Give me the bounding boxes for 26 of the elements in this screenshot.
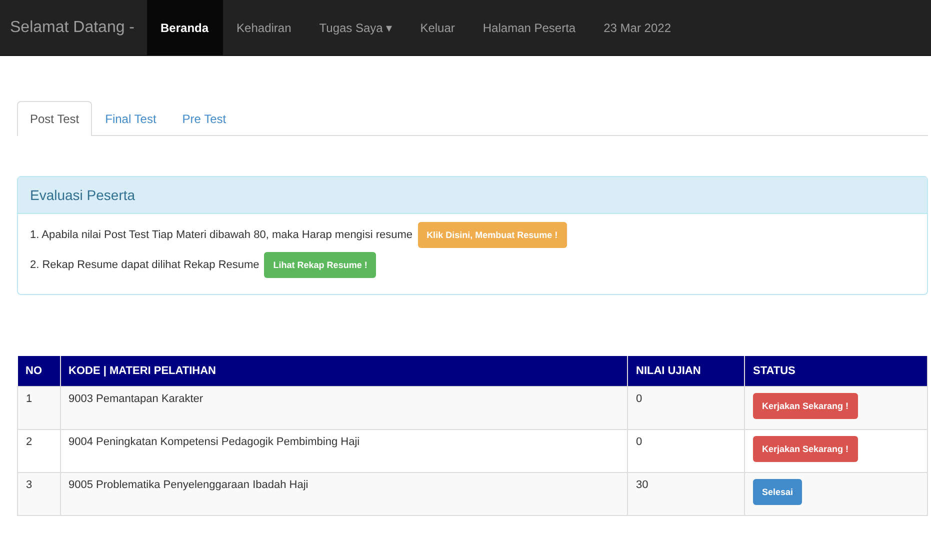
brand-title[interactable]: Selamat Datang - <box>0 0 147 55</box>
table-cell: 1 <box>18 386 60 430</box>
column-header: NO <box>18 356 60 386</box>
instruction-text: 2. Rekap Resume dapat dilihat Rekap Resume <box>30 259 260 271</box>
nav-link[interactable]: 23 Mar 2022 <box>590 0 685 55</box>
status-button[interactable]: Selesai <box>753 479 802 505</box>
table-cell: 3 <box>18 472 60 516</box>
table-cell: 0 <box>628 386 744 430</box>
tab[interactable]: Final Test <box>92 101 170 136</box>
table-cell: 30 <box>628 472 744 516</box>
status-button[interactable]: Kerjakan Sekarang ! <box>753 436 858 462</box>
nav-link[interactable]: Keluar <box>406 0 469 55</box>
column-header: NILAI UJIAN <box>628 356 744 386</box>
nav-link[interactable]: Tugas Saya ▾ <box>305 0 406 55</box>
instruction-text: 1. Apabila nilai Post Test Tiap Materi dibawah 80, maka Harap mengisi resume <box>30 229 413 241</box>
table-cell: 9003 Pemantapan Karakter <box>60 386 628 430</box>
tab[interactable]: Post Test <box>17 101 92 136</box>
nav-link[interactable]: Beranda <box>146 0 223 55</box>
nav-link[interactable]: Kehadiran <box>222 0 306 55</box>
column-header: KODE | MATERI PELATIHAN <box>60 356 628 386</box>
nav-link[interactable]: Halaman Peserta <box>468 0 590 55</box>
tab[interactable]: Pre Test <box>169 101 240 136</box>
table-cell: 9005 Problematika Penyelenggaraan Ibadah Haji <box>60 472 628 516</box>
panel-title: Evaluasi Peserta <box>18 177 927 214</box>
status-button[interactable]: Kerjakan Sekarang ! <box>753 393 858 419</box>
column-header: STATUS <box>744 356 928 386</box>
